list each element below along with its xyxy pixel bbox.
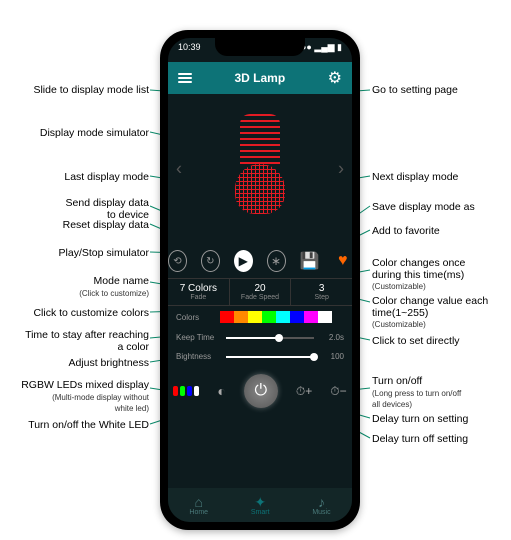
callout: Last display mode (64, 172, 149, 184)
callout: Next display mode (372, 172, 458, 184)
callout: Color changes onceduring this time(ms)(C… (372, 258, 465, 293)
page-title: 3D Lamp (234, 71, 285, 85)
mode-name-cell[interactable]: 7 Colors Fade (168, 279, 230, 305)
callout: Display mode simulator (40, 128, 149, 140)
bottom-nav: ⌂Home ✦Smart ♪Music (168, 488, 352, 522)
status-time: 10:39 (178, 42, 201, 62)
color-swatch[interactable] (248, 311, 262, 323)
callout: Add to favorite (372, 226, 440, 238)
callout: Send display datato device (66, 198, 149, 221)
callout: Turn on/off the White LED (28, 420, 149, 432)
nav-home[interactable]: ⌂Home (189, 495, 208, 516)
gear-icon[interactable]: ⚙ (328, 68, 342, 88)
callout: Save display mode as (372, 202, 475, 214)
callout: Go to setting page (372, 85, 458, 97)
callout: Turn on/off(Long press to turn on/offall… (372, 376, 461, 411)
callout: Color change value eachtime(1~255)(Custo… (372, 296, 488, 331)
power-button[interactable]: ⏻ (244, 374, 278, 408)
callout: Delay turn on setting (372, 414, 468, 426)
next-mode-button[interactable]: › (338, 159, 344, 180)
keep-time-label: Keep Time (176, 333, 220, 342)
color-swatches[interactable] (220, 311, 332, 323)
callout: Mode name(Click to customize) (79, 276, 149, 299)
prev-mode-button[interactable]: ‹ (176, 159, 182, 180)
white-led-toggle[interactable]: ◐ (217, 383, 225, 399)
rgbw-toggle[interactable] (173, 386, 199, 396)
menu-icon[interactable] (178, 71, 192, 85)
lamp-graphic (230, 114, 290, 224)
brightness-row: Bightness 100 (168, 347, 352, 366)
color-swatch[interactable] (262, 311, 276, 323)
keep-time-value[interactable]: 2.0s (320, 333, 344, 342)
mode-row: 7 Colors Fade 20 Fade Speed 3 Step (168, 278, 352, 306)
color-swatch[interactable] (290, 311, 304, 323)
keep-time-slider[interactable] (226, 337, 314, 339)
notch (215, 38, 305, 56)
bluetooth-icon[interactable]: ∗ (267, 250, 286, 272)
callout: Adjust brightness (68, 358, 149, 370)
step-cell[interactable]: 3 Step (291, 279, 352, 305)
brightness-value: 100 (320, 352, 344, 361)
keep-time-row: Keep Time 2.0s (168, 328, 352, 347)
action-row: ⟲ ↻ ▶ ∗ 💾 ♥ (168, 244, 352, 278)
reload-icon[interactable]: ⟲ (168, 250, 187, 272)
phone-frame: 10:39 ●●● ▂▄▆ ▮ 3D Lamp ⚙ ‹ › ⟲ ↻ ▶ ∗ 💾 … (160, 30, 360, 530)
callout: Click to set directly (372, 336, 460, 348)
color-swatch[interactable] (276, 311, 290, 323)
color-swatch[interactable] (318, 311, 332, 323)
callout: RGBW LEDs mixed display(Multi-mode displ… (21, 380, 149, 415)
callout: Play/Stop simulator (59, 248, 149, 260)
delay-off-button[interactable]: ⏱− (330, 384, 346, 399)
color-swatch[interactable] (234, 311, 248, 323)
colors-row: Colors (168, 306, 352, 328)
callout: Time to stay after reachinga color (25, 330, 149, 353)
color-swatch[interactable] (220, 311, 234, 323)
brightness-slider[interactable] (226, 356, 314, 358)
callout: Click to customize colors (33, 308, 149, 320)
delay-on-button[interactable]: ⏱+ (296, 384, 312, 399)
nav-smart[interactable]: ✦Smart (251, 495, 270, 516)
fade-speed-cell[interactable]: 20 Fade Speed (230, 279, 292, 305)
reset-icon[interactable]: ↻ (201, 250, 220, 272)
callout: Reset display data (63, 220, 149, 232)
app-header: 3D Lamp ⚙ (168, 62, 352, 94)
callout: Delay turn off setting (372, 434, 468, 446)
app-screen: 10:39 ●●● ▂▄▆ ▮ 3D Lamp ⚙ ‹ › ⟲ ↻ ▶ ∗ 💾 … (168, 38, 352, 522)
brightness-label: Bightness (176, 352, 220, 361)
play-button[interactable]: ▶ (234, 250, 253, 272)
display-simulator: ‹ › (168, 94, 352, 244)
power-row: ◐ ⏻ ⏱+ ⏱− (168, 366, 352, 416)
favorite-icon[interactable]: ♥ (333, 250, 352, 272)
nav-music[interactable]: ♪Music (312, 495, 330, 516)
colors-label: Colors (176, 313, 220, 322)
save-icon[interactable]: 💾 (300, 250, 320, 272)
callout: Slide to display mode list (33, 85, 149, 97)
color-swatch[interactable] (304, 311, 318, 323)
